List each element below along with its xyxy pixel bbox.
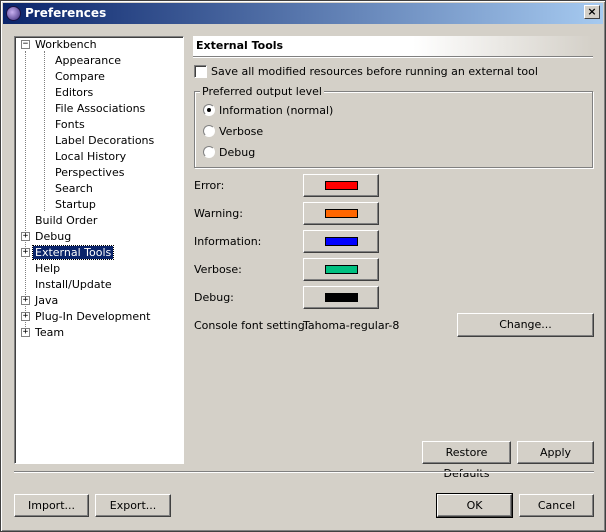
tree-item-label: File Associations — [55, 102, 146, 115]
save-before-run-label: Save all modified resources before runni… — [211, 65, 538, 78]
information-color-swatch — [325, 237, 358, 246]
console-font-label: Console font setting: — [194, 319, 309, 332]
tree-item-local-history[interactable]: Local History — [53, 149, 128, 165]
tree-item-editors[interactable]: Editors — [53, 85, 95, 101]
tree-item-label: Workbench — [35, 38, 97, 51]
expand-icon[interactable]: + — [21, 248, 30, 257]
radio-information[interactable] — [203, 104, 215, 116]
error-color-button[interactable] — [303, 174, 379, 197]
warning-color-button[interactable] — [303, 202, 379, 225]
save-before-run-checkbox[interactable] — [194, 65, 207, 78]
export-button[interactable]: Export... — [95, 494, 171, 517]
radio-selected-dot — [207, 108, 211, 112]
title-bar[interactable]: Preferences × — [3, 3, 603, 24]
preferences-tree[interactable]: − Workbench Appearance Compare Editors F… — [14, 36, 184, 464]
radio-debug[interactable] — [203, 146, 215, 158]
expand-icon[interactable]: + — [21, 296, 30, 305]
tree-item-file-associations[interactable]: File Associations — [53, 101, 147, 117]
tree-item-label: Help — [35, 262, 61, 275]
tree-item-search[interactable]: Search — [53, 181, 95, 197]
console-font-value: Tahoma-regular-8 — [303, 319, 400, 332]
tree-item-plug-in-development[interactable]: + Plug-In Development — [21, 309, 152, 325]
tree-item-fonts[interactable]: Fonts — [53, 117, 87, 133]
tree-item-team[interactable]: + Team — [21, 325, 66, 341]
tree-item-label: Appearance — [55, 54, 122, 67]
change-font-button[interactable]: Change... — [457, 313, 594, 337]
verbose-color-label: Verbose: — [194, 263, 242, 276]
restore-defaults-button[interactable]: Restore Defaults — [422, 441, 511, 480]
radio-information-label: Information (normal) — [219, 104, 334, 117]
apply-button[interactable]: Apply — [517, 441, 594, 464]
close-icon: × — [587, 5, 597, 18]
tree-item-java[interactable]: + Java — [21, 293, 60, 309]
tree-item-label: Local History — [55, 150, 127, 163]
tree-item-external-tools[interactable]: + External Tools — [21, 245, 115, 261]
preferences-window: Preferences × − Workbench Appearance Com… — [0, 0, 606, 532]
radio-verbose-label: Verbose — [219, 125, 264, 138]
error-color-swatch — [325, 181, 358, 190]
tree-item-label: Plug-In Development — [35, 310, 151, 323]
footer-divider — [14, 471, 594, 473]
error-color-label: Error: — [194, 179, 225, 192]
ok-button[interactable]: OK — [436, 493, 513, 518]
tree-item-label: Java — [35, 294, 59, 307]
tree-item-label: Compare — [55, 70, 105, 83]
tree-item-label: Perspectives — [55, 166, 125, 179]
tree-item-help[interactable]: Help — [33, 261, 62, 277]
tree-item-perspectives[interactable]: Perspectives — [53, 165, 126, 181]
tree-item-build-order[interactable]: Build Order — [33, 213, 99, 229]
import-button[interactable]: Import... — [14, 494, 89, 517]
warning-color-label: Warning: — [194, 207, 243, 220]
output-level-group-title: Preferred output level — [200, 85, 324, 98]
expand-icon[interactable]: + — [21, 312, 30, 321]
tree-item-label: External Tools — [31, 245, 115, 260]
tree-item-label: Debug — [35, 230, 72, 243]
debug-color-label: Debug: — [194, 291, 234, 304]
tree-item-label: Label Decorations — [55, 134, 155, 147]
tree-item-install-update[interactable]: Install/Update — [33, 277, 114, 293]
expand-icon[interactable]: + — [21, 328, 30, 337]
tree-item-label: Install/Update — [35, 278, 112, 291]
tree-connector-line — [44, 51, 45, 211]
debug-color-button[interactable] — [303, 286, 379, 309]
page-title: External Tools — [193, 36, 593, 56]
tree-item-debug[interactable]: + Debug — [21, 229, 73, 245]
tree-item-label: Startup — [55, 198, 96, 211]
information-color-label: Information: — [194, 235, 262, 248]
expand-icon[interactable]: + — [21, 232, 30, 241]
tree-item-appearance[interactable]: Appearance — [53, 53, 123, 69]
debug-color-swatch — [325, 293, 358, 302]
radio-verbose[interactable] — [203, 125, 215, 137]
tree-item-compare[interactable]: Compare — [53, 69, 107, 85]
cancel-button[interactable]: Cancel — [519, 494, 594, 517]
radio-debug-label: Debug — [219, 146, 256, 159]
close-button[interactable]: × — [584, 5, 600, 19]
header-divider — [193, 56, 593, 58]
tree-item-startup[interactable]: Startup — [53, 197, 98, 213]
verbose-color-button[interactable] — [303, 258, 379, 281]
tree-item-workbench[interactable]: − Workbench — [21, 37, 99, 53]
tree-item-label: Editors — [55, 86, 94, 99]
information-color-button[interactable] — [303, 230, 379, 253]
window-title: Preferences — [25, 6, 107, 20]
eclipse-app-icon — [6, 6, 21, 21]
tree-item-label: Build Order — [35, 214, 98, 227]
tree-item-label: Team — [35, 326, 65, 339]
warning-color-swatch — [325, 209, 358, 218]
tree-item-label: Fonts — [55, 118, 85, 131]
collapse-icon[interactable]: − — [21, 40, 30, 49]
verbose-color-swatch — [325, 265, 358, 274]
tree-item-label-decorations[interactable]: Label Decorations — [53, 133, 156, 149]
tree-item-label: Search — [55, 182, 93, 195]
